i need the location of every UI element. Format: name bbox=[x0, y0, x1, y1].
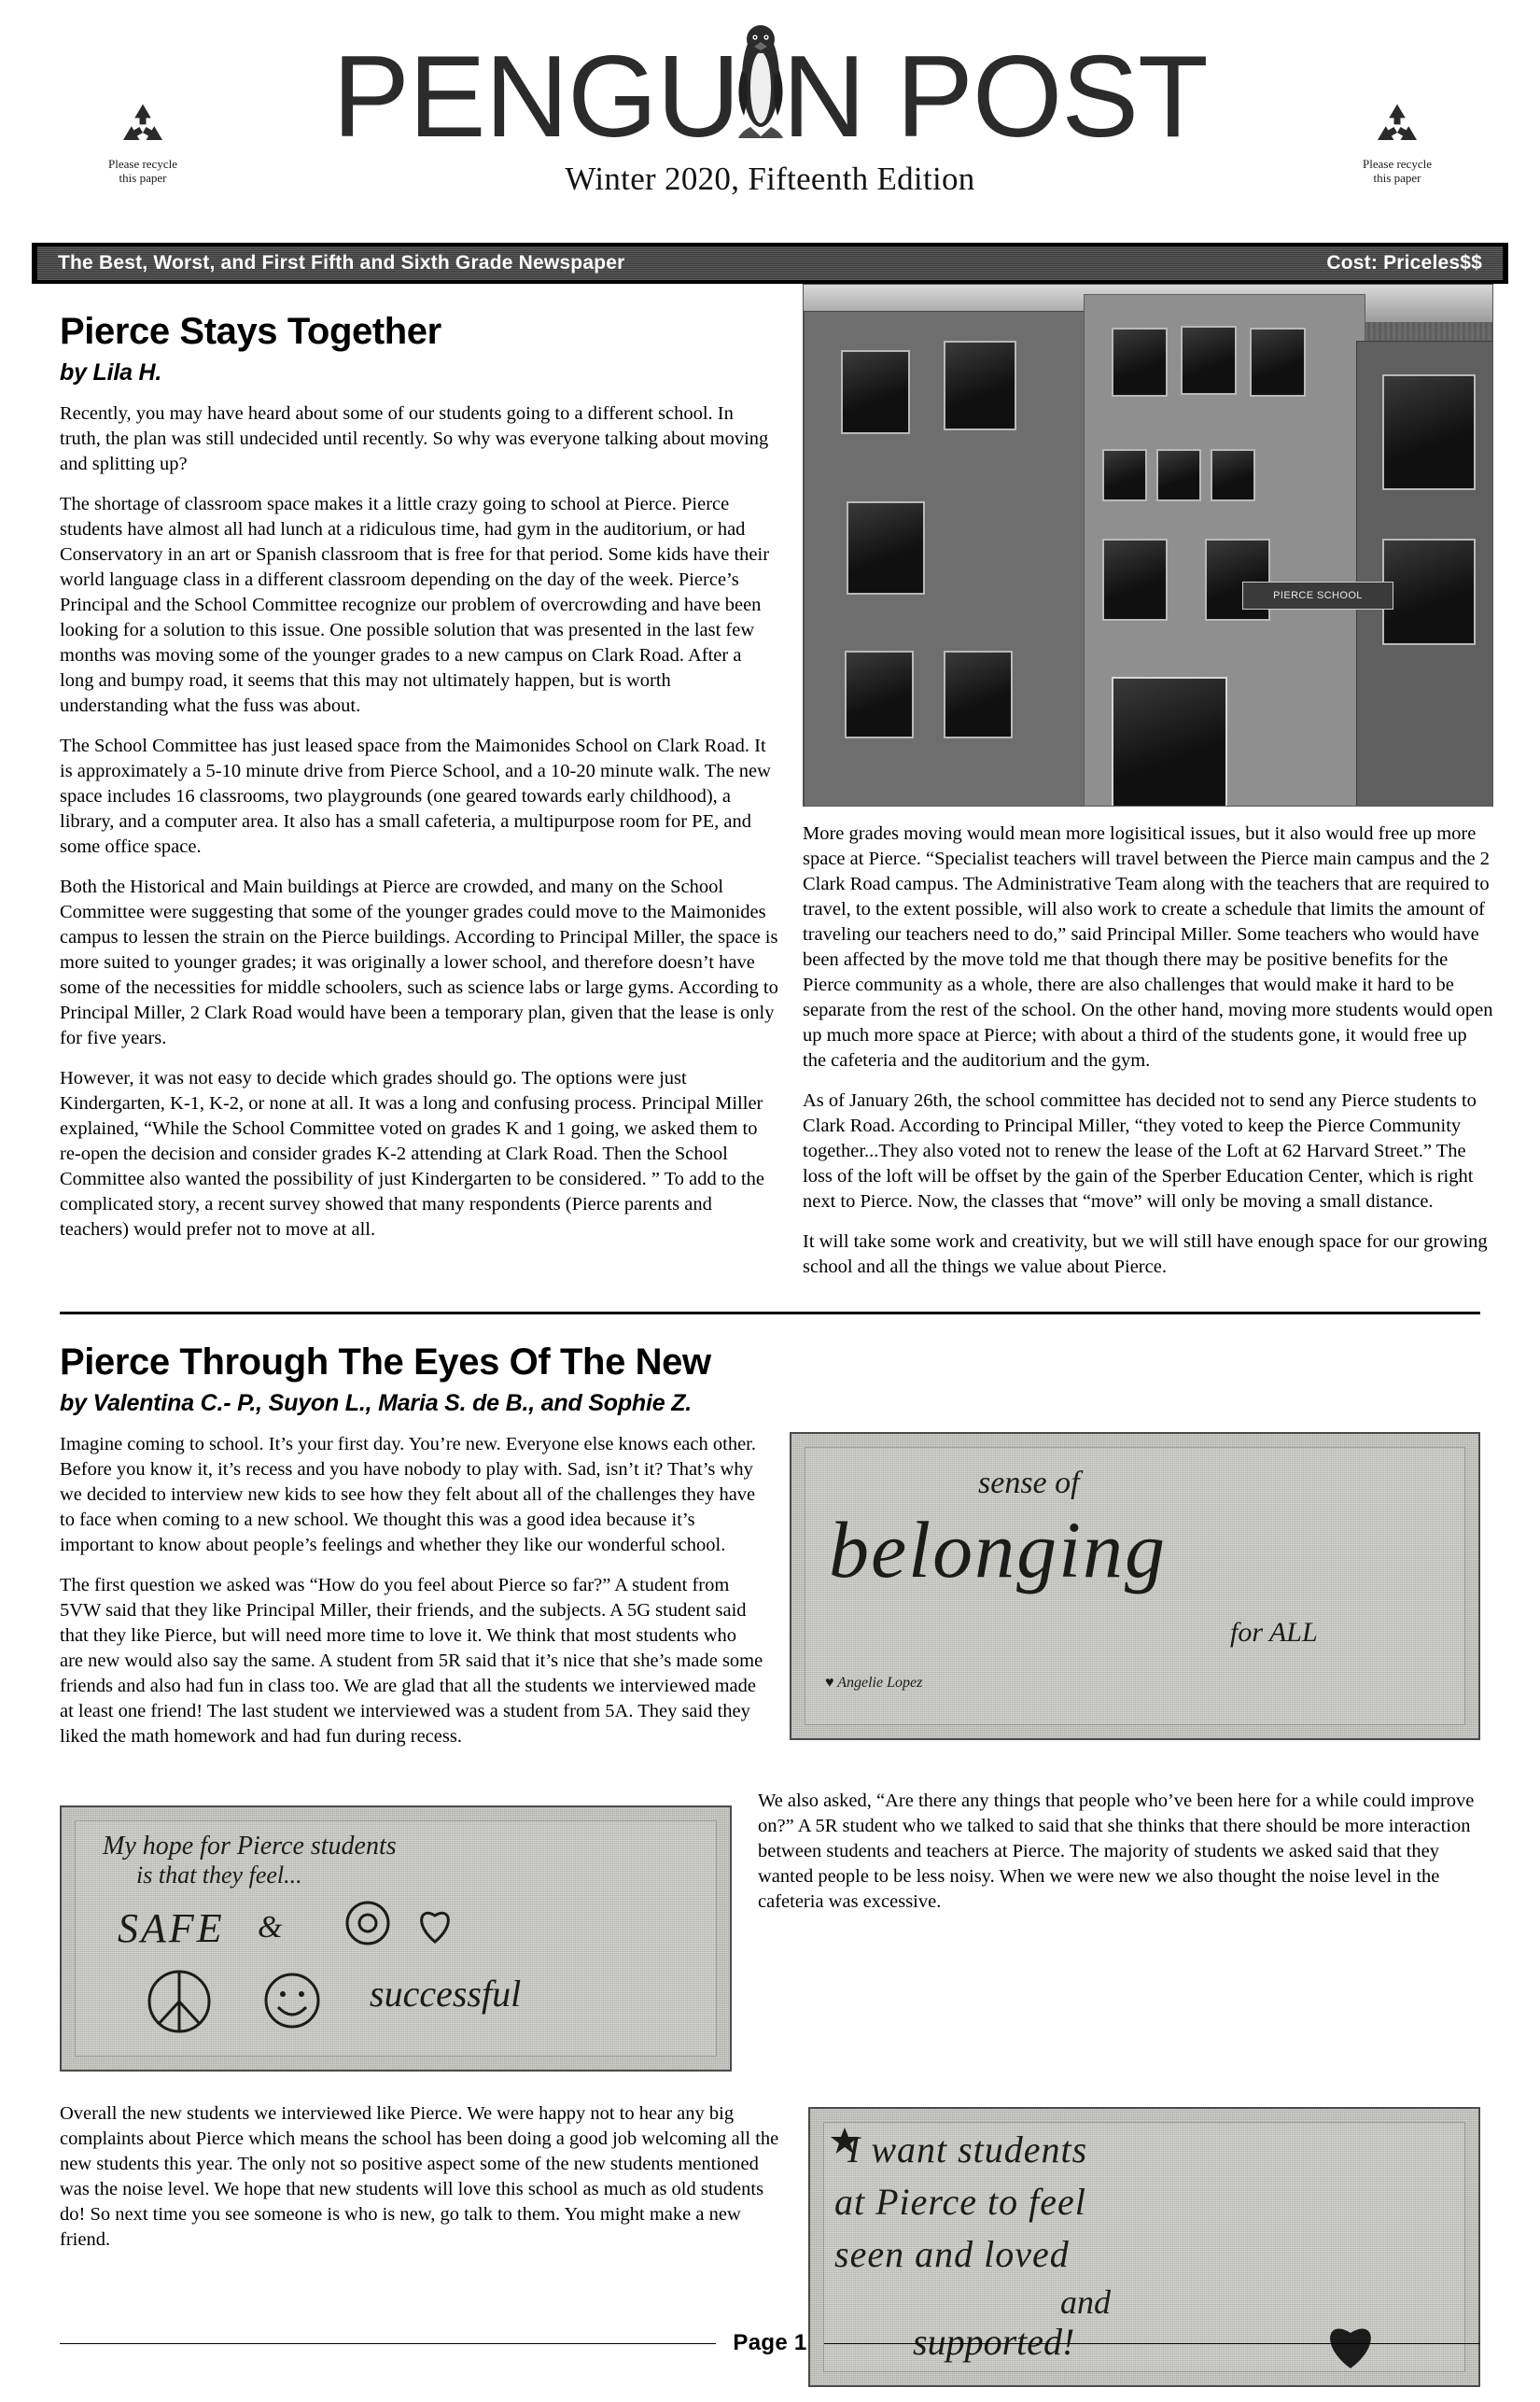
at-symbol-icon bbox=[345, 1901, 390, 1945]
article-1-paragraph: However, it was not easy to decide which… bbox=[60, 1068, 765, 1240]
photo-window bbox=[1102, 449, 1147, 501]
masthead-title-part2: N POST bbox=[782, 33, 1209, 162]
article-1-paragraph: It will take some work and creativity, b… bbox=[803, 1231, 1488, 1277]
photo-window bbox=[1156, 449, 1201, 501]
article-pierce-stays-together: Pierce Stays Together by Lila H. Recentl… bbox=[60, 284, 1493, 1314]
article-1-columns: Pierce Stays Together by Lila H. Recentl… bbox=[60, 284, 1493, 1280]
poster-line-2: belonging bbox=[829, 1505, 1167, 1594]
page-footer: Page 1 bbox=[60, 2330, 1480, 2356]
tagline-banner-inner: The Best, Worst, and First Fifth and Six… bbox=[37, 246, 1503, 280]
poster-line-3: SAFE bbox=[118, 1905, 225, 1951]
poster-line-3: for ALL bbox=[1230, 1617, 1318, 1648]
poster-credit: ♥ Angelie Lopez bbox=[825, 1675, 923, 1691]
poster-sense-of-belonging: sense of belonging for ALL ♥ Angelie Lop… bbox=[790, 1432, 1480, 1740]
masthead-subtitle: Winter 2020, Fifteenth Edition bbox=[565, 161, 975, 197]
poster-my-hope-for-pierce: My hope for Pierce students is that they… bbox=[60, 1805, 732, 2072]
banner-tagline: The Best, Worst, and First Fifth and Six… bbox=[58, 252, 625, 274]
poster-line-4: & bbox=[258, 1910, 283, 1945]
article-1-paragraph: As of January 26th, the school committee… bbox=[803, 1090, 1477, 1212]
photo-window bbox=[1211, 449, 1255, 501]
photo-window bbox=[1250, 328, 1306, 397]
photo-school-sign: PIERCE SCHOOL bbox=[1242, 582, 1393, 610]
poster-line-3: seen and loved bbox=[834, 2233, 1070, 2275]
page-title: PENGU N POST bbox=[32, 25, 1508, 162]
poster-line-2: is that they feel... bbox=[136, 1861, 302, 1889]
footer-rule-right bbox=[823, 2342, 1480, 2344]
recycle-label-line2: this paper bbox=[1373, 171, 1421, 185]
poster-line-1: sense of bbox=[978, 1466, 1080, 1500]
article-1-right-column: PIERCE SCHOOL More grades moving would m… bbox=[803, 284, 1493, 1280]
photo-window bbox=[944, 341, 1016, 430]
recycle-label-line1: Please recycle bbox=[1363, 157, 1432, 171]
recycle-label-line2: this paper bbox=[119, 171, 167, 185]
photo-window bbox=[1382, 374, 1476, 490]
photo-entrance bbox=[1112, 677, 1227, 806]
masthead: Please recycle this paper Please recycle… bbox=[32, 0, 1508, 233]
article-pierce-through-the-eyes-of-the-new: Pierce Through The Eyes Of The New by Va… bbox=[60, 1314, 1480, 2402]
photo-window bbox=[847, 501, 925, 595]
poster-line-1: I want students bbox=[847, 2128, 1088, 2170]
photo-window bbox=[841, 350, 910, 434]
photo-window bbox=[1382, 539, 1476, 645]
article-2-block-bottom: I want students at Pierce to feel seen a… bbox=[60, 2101, 1480, 2402]
photo-window bbox=[845, 651, 914, 738]
article-1-paragraph: Recently, you may have heard about some … bbox=[60, 403, 769, 474]
article-1-paragraph: More grades moving would mean more logis… bbox=[803, 823, 1493, 1071]
article-1-headline: Pierce Stays Together bbox=[60, 311, 441, 352]
masthead-title-part1: PENGU bbox=[332, 33, 740, 162]
article-1-left-column: Pierce Stays Together by Lila H. Recentl… bbox=[60, 284, 778, 1243]
article-2-block-top: sense of belonging for ALL ♥ Angelie Lop… bbox=[60, 1432, 1480, 1755]
photo-window bbox=[1181, 326, 1237, 395]
article-2-byline: by Valentina C.- P., Suyon L., Maria S. … bbox=[60, 1390, 693, 1416]
poster-line-1: My hope for Pierce students bbox=[103, 1832, 397, 1861]
article-2-block-middle: My hope for Pierce students is that they… bbox=[60, 1789, 1480, 2086]
photo-window bbox=[1102, 539, 1168, 621]
poster-line-2: at Pierce to feel bbox=[834, 2181, 1086, 2223]
school-building-photo: PIERCE SCHOOL bbox=[803, 284, 1493, 807]
article-1-paragraph: The School Committee has just leased spa… bbox=[60, 736, 771, 857]
article-1-byline: by Lila H. bbox=[60, 359, 162, 386]
smiley-face-icon bbox=[264, 1973, 320, 2029]
recycle-label-line1: Please recycle bbox=[108, 157, 177, 171]
photo-window bbox=[944, 651, 1013, 738]
peace-sign-icon bbox=[147, 1970, 211, 2033]
tagline-banner: The Best, Worst, and First Fifth and Six… bbox=[32, 243, 1508, 284]
footer-rule-left bbox=[60, 2342, 717, 2344]
article-2-headline: Pierce Through The Eyes Of The New bbox=[60, 1341, 711, 1383]
star-icon bbox=[831, 2128, 859, 2154]
poster-line-5: successful bbox=[370, 1973, 522, 2015]
newspaper-page: Please recycle this paper Please recycle… bbox=[0, 0, 1540, 2387]
heart-icon bbox=[420, 1911, 450, 1944]
page-content: Pierce Stays Together by Lila H. Recentl… bbox=[32, 284, 1508, 2402]
page-number: Page 1 bbox=[733, 2330, 807, 2355]
article-1-paragraph: The shortage of classroom space makes it… bbox=[60, 494, 770, 716]
article-1-paragraph: Both the Historical and Main buildings a… bbox=[60, 877, 778, 1048]
banner-cost: Cost: Priceles$$ bbox=[1326, 252, 1482, 274]
poster-line-4: and bbox=[1060, 2283, 1111, 2321]
photo-window bbox=[1112, 328, 1168, 397]
